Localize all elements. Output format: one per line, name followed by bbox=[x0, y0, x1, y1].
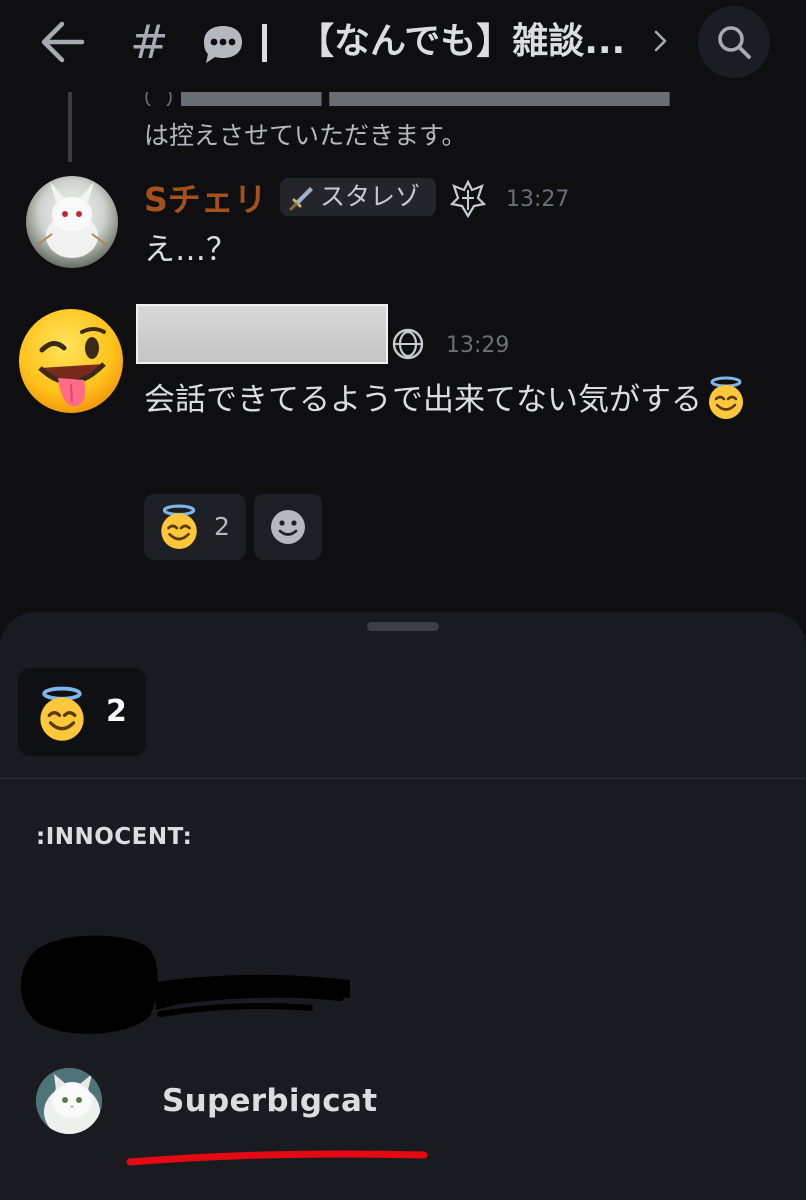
back-arrow-icon[interactable] bbox=[38, 20, 88, 64]
message-author[interactable]: Sチェリ bbox=[144, 178, 267, 222]
avatar[interactable] bbox=[26, 176, 118, 268]
reactions-sheet: 2 :INNOCENT: Superbigcat bbox=[0, 612, 806, 1200]
white-cat-avatar-icon bbox=[36, 1068, 102, 1134]
message-timestamp: 13:27 bbox=[506, 187, 570, 212]
reaction-tab[interactable]: 2 bbox=[18, 668, 146, 756]
reaction-tab-count: 2 bbox=[106, 694, 127, 729]
message-timestamp: 13:29 bbox=[446, 333, 510, 358]
speech-bubble-icon bbox=[204, 26, 242, 63]
sheet-drag-handle[interactable] bbox=[367, 622, 439, 631]
smiling-face-with-halo-icon bbox=[40, 686, 84, 741]
sword-icon bbox=[289, 187, 313, 211]
role-tag[interactable]: スタレゾ bbox=[280, 178, 436, 216]
winking-tongue-emoji-icon[interactable] bbox=[18, 308, 124, 414]
smiling-face-with-halo-icon bbox=[161, 504, 197, 549]
search-button[interactable] bbox=[698, 6, 770, 78]
search-icon bbox=[718, 26, 751, 59]
reaction-user-row[interactable]: Superbigcat bbox=[0, 1062, 806, 1142]
avatar bbox=[36, 1068, 102, 1134]
divider bbox=[0, 778, 806, 779]
message-text: 会話できてるようで出来てない気がする bbox=[144, 372, 764, 428]
reply-thread-line bbox=[68, 92, 72, 162]
channel-header: # 【なんでも】雑談... bbox=[0, 0, 806, 92]
redacted-author-name bbox=[138, 306, 386, 362]
smiling-face-with-halo-icon bbox=[709, 376, 743, 419]
add-reaction-button[interactable] bbox=[254, 494, 322, 560]
red-underline-annotation bbox=[126, 1150, 428, 1166]
kyubey-avatar-icon bbox=[35, 182, 109, 258]
reaction-count: 2 bbox=[214, 512, 230, 541]
separator-bar bbox=[262, 24, 267, 62]
message-list: ◯ ▆▆▆▆▆▆▆ ▆▆▆▆▆▆▆▆▆▆▆▆▆▆▆▆▆ は控えさせていただきます… bbox=[0, 92, 806, 652]
reply-text: は控えさせていただきます。 bbox=[144, 121, 467, 150]
role-tag-label: スタレゾ bbox=[320, 182, 421, 211]
redacted-user-scribble bbox=[20, 935, 350, 1034]
chevron-right-icon[interactable] bbox=[652, 26, 670, 56]
reply-previous-line-cropped: ◯ ▆▆▆▆▆▆▆ ▆▆▆▆▆▆▆▆▆▆▆▆▆▆▆▆▆ bbox=[144, 92, 764, 106]
channel-title[interactable]: 【なんでも】雑談... bbox=[298, 16, 688, 68]
ring-badge-icon bbox=[392, 328, 424, 360]
emoji-name-label: :INNOCENT: bbox=[36, 824, 193, 850]
reaction-chip[interactable]: 2 bbox=[144, 494, 246, 560]
hash-icon: # bbox=[130, 15, 169, 69]
reaction-user-name: Superbigcat bbox=[162, 1083, 378, 1119]
add-emoji-icon bbox=[271, 510, 305, 544]
message-text: え…？ bbox=[144, 232, 237, 268]
message-text-content: 会話できてるようで出来てない気がする bbox=[144, 382, 702, 418]
crest-badge-icon bbox=[450, 180, 486, 218]
